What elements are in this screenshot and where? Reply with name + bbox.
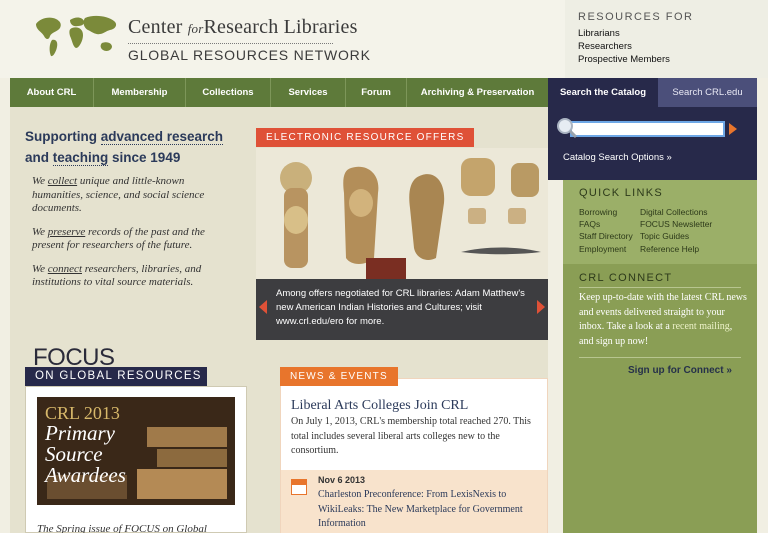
statement-connect: We connect researchers, libraries, and i… [32,262,202,289]
focus-cover-image[interactable]: CRL 2013 Primary Source Awardees [37,397,235,505]
quick-link-staff-directory[interactable]: Staff Directory [579,230,633,242]
nav-services[interactable]: Services [271,78,346,107]
quick-link-focus-newsletter[interactable]: FOCUS Newsletter [640,218,712,230]
quick-links-col-2: Digital Collections FOCUS Newsletter Top… [640,206,712,255]
resources-for-title: RESOURCES FOR [578,11,694,23]
focus-label: ON GLOBAL RESOURCES [25,367,207,386]
main-nav: About CRL Membership Collections Service… [10,78,548,107]
focus-image-title: Primary Source Awardees [45,421,126,487]
quick-links-title: QUICK LINKS [579,187,663,199]
slideshow-next-icon[interactable] [537,300,545,314]
resources-link-researchers[interactable]: Researchers [578,40,768,53]
signup-connect-link[interactable]: Sign up for Connect » [628,365,732,376]
quick-link-topic-guides[interactable]: Topic Guides [640,230,712,242]
ero-caption: Among offers negotiated for CRL librarie… [256,279,548,340]
recent-mailing-link[interactable]: recent mailing [672,321,729,332]
calendar-icon [291,479,307,495]
ero-feature-image[interactable] [256,148,548,279]
quick-link-borrowing[interactable]: Borrowing [579,206,633,218]
link-connect[interactable]: connect [48,263,82,275]
news-body: On July 1, 2013, CRL's membership total … [291,416,531,456]
catalog-search-options-link[interactable]: Catalog Search Options » [563,152,672,163]
page-margin [757,78,768,533]
slideshow-prev-icon[interactable] [259,300,267,314]
site-tagline: Supporting advanced research and teachin… [25,129,224,166]
crl-connect-title: CRL CONNECT [579,272,673,284]
news-headline[interactable]: Liberal Arts Colleges Join CRL [291,398,468,414]
event-title-link[interactable]: Charleston Preconference: From LexisNexi… [318,488,538,532]
catalog-search-panel: Catalog Search Options » [548,107,757,180]
nav-collections[interactable]: Collections [186,78,271,107]
mission-statements: We collect unique and little-known human… [32,175,232,300]
resources-for-panel: RESOURCES FOR Librarians Researchers Pro… [565,0,768,78]
resources-link-librarians[interactable]: Librarians [578,27,768,40]
nav-archiving-preservation[interactable]: Archiving & Preservation [407,78,548,107]
nav-forum[interactable]: Forum [346,78,407,107]
logo-divider [128,43,333,44]
focus-blurb: The Spring issue of FOCUS on Global [37,523,207,533]
link-collect[interactable]: collect [48,175,77,187]
nav-about-crl[interactable]: About CRL [10,78,94,107]
magnifier-icon [557,118,578,139]
quick-links-col-1: Borrowing FAQs Staff Directory Employmen… [579,206,633,255]
tagline-link-advanced-research[interactable]: advanced research [100,129,224,145]
statement-collect: We collect unique and little-known human… [32,175,205,214]
tagline-link-teaching[interactable]: teaching [52,150,109,166]
catalog-tabs: Search the Catalog Search CRL.edu [548,78,757,107]
link-preserve[interactable]: preserve [48,226,85,238]
artifacts-illustration [256,148,548,279]
quick-link-employment[interactable]: Employment [579,243,633,255]
connect-divider-2 [579,357,741,358]
nav-membership[interactable]: Membership [94,78,186,107]
quick-link-faqs[interactable]: FAQs [579,218,633,230]
quick-link-digital-collections[interactable]: Digital Collections [640,206,712,218]
event-date: Nov 6 2013 [318,475,366,485]
logo-title: Center forResearch Libraries [128,16,358,38]
site-logo[interactable]: Center forResearch Libraries GLOBAL RESO… [30,10,371,63]
crl-connect-body: Keep up-to-date with the latest CRL news… [579,292,747,347]
tab-search-catalog[interactable]: Search the Catalog [548,78,658,107]
ero-label: ELECTRONIC RESOURCE OFFERS [256,128,475,147]
news-events-label: NEWS & EVENTS [280,367,398,386]
logo-subtitle: GLOBAL RESOURCES NETWORK [128,47,371,63]
statement-preserve: We preserve records of the past and the … [32,225,205,252]
tab-search-crl-edu[interactable]: Search CRL.edu [658,78,757,107]
quick-link-reference-help[interactable]: Reference Help [640,243,712,255]
search-go-arrow-icon[interactable] [729,123,737,135]
connect-divider [579,287,741,288]
world-map-icon [36,15,117,57]
resources-link-prospective-members[interactable]: Prospective Members [578,53,768,66]
catalog-search-input[interactable] [570,121,725,137]
